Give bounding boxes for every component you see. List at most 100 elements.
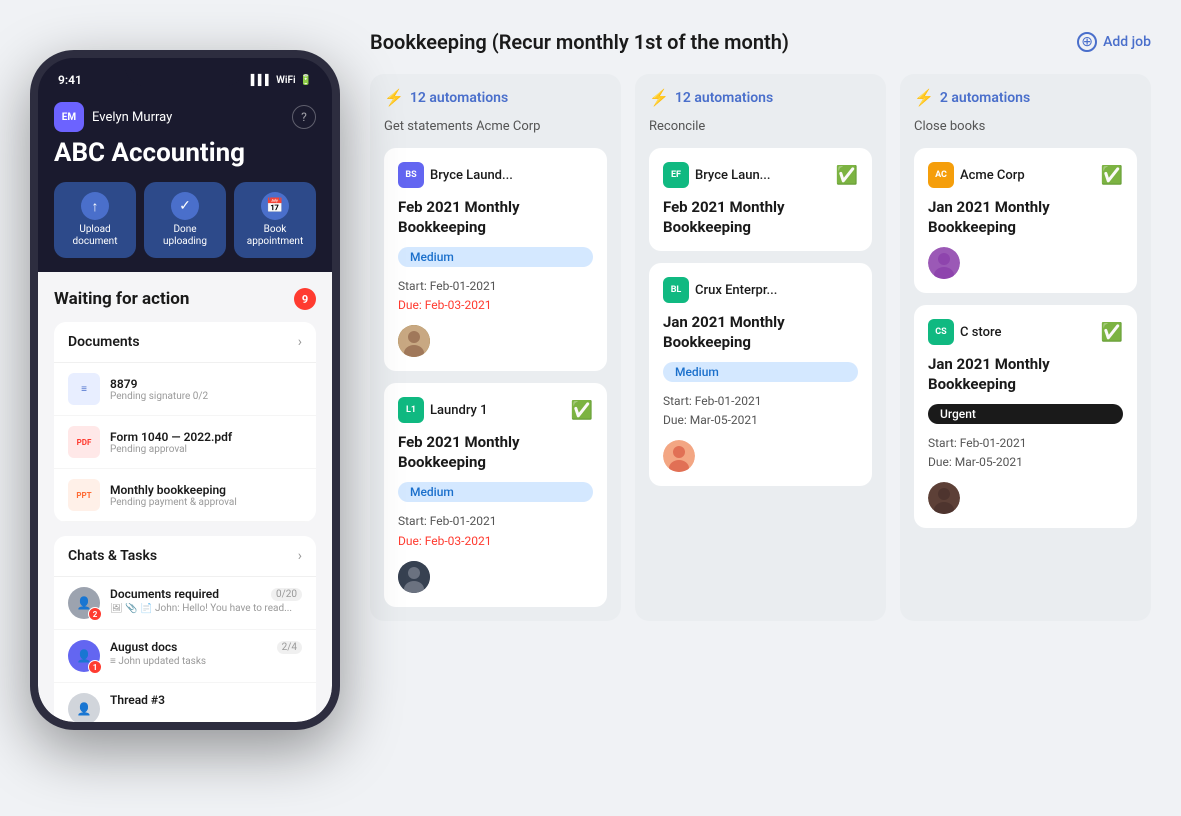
due-date-4: Due: Mar-05-2021: [663, 411, 858, 430]
book-label: Bookappointment: [247, 224, 303, 248]
doc-item-bookkeeping[interactable]: PPT Monthly bookkeeping Pending payment …: [54, 469, 316, 522]
client-row-2: L1 Laundry 1 ✅: [398, 397, 593, 423]
job-title-3: Feb 2021 Monthly Bookkeeping: [663, 198, 858, 237]
doc-status-3: Pending payment & approval: [110, 497, 237, 508]
add-job-button[interactable]: ⊕ Add job: [1077, 32, 1151, 52]
waiting-count-badge: 9: [294, 288, 316, 310]
client-row-6: CS C store ✅: [928, 319, 1123, 345]
upload-document-button[interactable]: ↑ Uploaddocument: [54, 182, 136, 258]
check-icon-2: ✅: [571, 400, 593, 421]
start-date-6: Start: Feb-01-2021: [928, 434, 1123, 453]
column-close-books: ⚡ 2 automations Close books AC Acme Corp…: [900, 74, 1151, 621]
client-row-1: BS Bryce Laund...: [398, 162, 593, 188]
columns-container: ⚡ 12 automations Get statements Acme Cor…: [370, 74, 1151, 621]
phone-mockup: 9:41 ▌▌▌ WiFi 🔋 EM Evelyn Murray ? ABC A…: [30, 50, 340, 730]
time-display: 9:41: [58, 73, 82, 87]
due-date-2: Due: Feb-03-2021: [398, 532, 593, 551]
signal-icon: ▌▌▌: [251, 75, 272, 86]
chat-item-docs-required[interactable]: 👤 2 Documents required 0/20 🖼 📎 📄 John: …: [54, 577, 316, 630]
chat-title-1: Documents required: [110, 587, 219, 601]
assignee-avatar-4: [663, 440, 695, 472]
chats-block: Chats & Tasks › 👤 2 Documents required 0…: [54, 536, 316, 722]
chat-badge-2: 1: [88, 660, 102, 674]
job-card-4: BL Crux Enterpr... Jan 2021 Monthly Book…: [649, 263, 872, 486]
job-card-5: AC Acme Corp ✅ Jan 2021 Monthly Bookkeep…: [914, 148, 1137, 293]
doc-item-form1040[interactable]: PDF Form 1040 — 2022.pdf Pending approva…: [54, 416, 316, 469]
client-name-5: Acme Corp: [960, 168, 1025, 183]
add-job-label: Add job: [1103, 34, 1151, 50]
priority-badge-1: Medium: [398, 247, 593, 267]
job-title-1: Feb 2021 Monthly Bookkeeping: [398, 198, 593, 237]
doc-info-3: Monthly bookkeeping Pending payment & ap…: [110, 483, 237, 508]
user-info: EM Evelyn Murray: [54, 102, 172, 132]
chat-title-2: August docs: [110, 640, 177, 654]
column-get-statements: ⚡ 12 automations Get statements Acme Cor…: [370, 74, 621, 621]
waiting-section-header: Waiting for action 9: [54, 288, 316, 310]
doc-status-2: Pending approval: [110, 444, 232, 455]
chats-chevron: ›: [298, 548, 302, 564]
doc-name: 8879: [110, 377, 208, 391]
chats-title: Chats & Tasks: [68, 548, 157, 564]
client-avatar-bl: BL: [663, 277, 689, 303]
done-upload-icon: ✓: [171, 192, 199, 220]
upload-label: Uploaddocument: [73, 224, 118, 248]
doc-info: 8879 Pending signature 0/2: [110, 377, 208, 402]
chat-badge-1: 2: [88, 607, 102, 621]
job-dates-6: Start: Feb-01-2021 Due: Mar-05-2021: [928, 434, 1123, 472]
client-name-1: Bryce Laund...: [430, 168, 513, 183]
chat-avatar-3: 👤: [68, 693, 100, 722]
client-info-3: EF Bryce Laun...: [663, 162, 771, 188]
help-button[interactable]: ?: [292, 105, 316, 129]
start-date-1: Start: Feb-01-2021: [398, 277, 593, 296]
assignee-avatar-1: [398, 325, 430, 357]
client-avatar-cs: CS: [928, 319, 954, 345]
chat-item-august-docs[interactable]: 👤 1 August docs 2/4 ≡ John updated tasks: [54, 630, 316, 683]
book-appointment-button[interactable]: 📅 Bookappointment: [234, 182, 316, 258]
chat-info-1: Documents required 0/20 🖼 📎 📄 John: Hell…: [110, 587, 302, 614]
client-info-1: BS Bryce Laund...: [398, 162, 513, 188]
lightning-icon-1: ⚡: [384, 88, 404, 107]
chats-header[interactable]: Chats & Tasks ›: [54, 536, 316, 577]
col1-header: ⚡ 12 automations: [384, 88, 607, 107]
status-icons: ▌▌▌ WiFi 🔋: [251, 75, 312, 86]
job-card-1: BS Bryce Laund... Feb 2021 Monthly Bookk…: [384, 148, 607, 371]
job-dates-2: Start: Feb-01-2021 Due: Feb-03-2021: [398, 512, 593, 550]
col2-subtitle: Reconcile: [649, 119, 872, 134]
action-buttons-row: ↑ Uploaddocument ✓ Doneuploading 📅 Booka…: [54, 182, 316, 258]
done-uploading-button[interactable]: ✓ Doneuploading: [144, 182, 226, 258]
col2-header: ⚡ 12 automations: [649, 88, 872, 107]
due-date-6: Due: Mar-05-2021: [928, 453, 1123, 472]
chat-info-2: August docs 2/4 ≡ John updated tasks: [110, 640, 302, 667]
chat-info-3: Thread #3: [110, 693, 302, 707]
priority-badge-4: Medium: [663, 362, 858, 382]
client-avatar-ac: AC: [928, 162, 954, 188]
documents-header[interactable]: Documents ›: [54, 322, 316, 363]
page-title: Bookkeeping (Recur monthly 1st of the mo…: [370, 30, 789, 54]
job-title-2: Feb 2021 Monthly Bookkeeping: [398, 433, 593, 472]
col2-automations: 12 automations: [675, 90, 773, 106]
doc-icon-ppt: PPT: [68, 479, 100, 511]
client-avatar-l1: L1: [398, 397, 424, 423]
doc-item-8879[interactable]: ≡ 8879 Pending signature 0/2: [54, 363, 316, 416]
company-name: ABC Accounting: [54, 138, 316, 168]
client-row-5: AC Acme Corp ✅: [928, 162, 1123, 188]
check-icon-6: ✅: [1101, 322, 1123, 343]
client-name-6: C store: [960, 325, 1001, 340]
doc-name-2: Form 1040 — 2022.pdf: [110, 430, 232, 444]
priority-badge-2: Medium: [398, 482, 593, 502]
doc-info-2: Form 1040 — 2022.pdf Pending approval: [110, 430, 232, 455]
doc-icon-pdf: PDF: [68, 426, 100, 458]
chat-item-thread3[interactable]: 👤 Thread #3: [54, 683, 316, 722]
start-date-4: Start: Feb-01-2021: [663, 392, 858, 411]
client-name-2: Laundry 1: [430, 403, 488, 418]
phone-notch: [125, 58, 245, 86]
due-date-1: Due: Feb-03-2021: [398, 296, 593, 315]
doc-name-3: Monthly bookkeeping: [110, 483, 237, 497]
wifi-icon: WiFi: [276, 75, 295, 86]
client-info-5: AC Acme Corp: [928, 162, 1025, 188]
battery-icon: 🔋: [300, 75, 312, 86]
start-date-2: Start: Feb-01-2021: [398, 512, 593, 531]
user-name: Evelyn Murray: [92, 110, 172, 125]
lightning-icon-2: ⚡: [649, 88, 669, 107]
chat-title-3: Thread #3: [110, 693, 165, 707]
